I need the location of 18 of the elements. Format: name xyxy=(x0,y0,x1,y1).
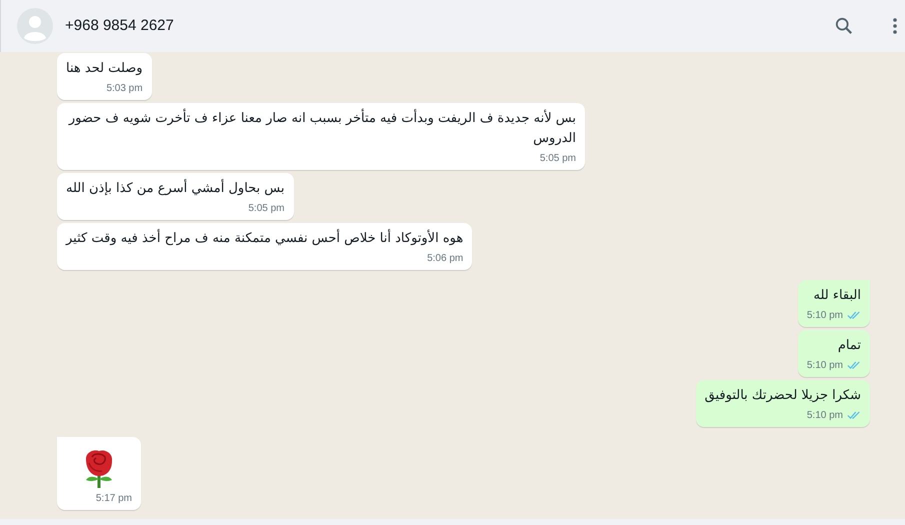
message-time: 5:05 pm xyxy=(248,202,284,216)
message-time: 5:10 pm xyxy=(806,409,843,423)
contact-name: +968 9854 2627 xyxy=(65,16,174,36)
message-text: وصلت لحد هنا xyxy=(66,60,143,78)
search-icon xyxy=(835,17,853,35)
message-time: 5:10 pm xyxy=(806,359,843,373)
menu-icon xyxy=(893,18,897,34)
message-text: البقاء لله xyxy=(812,287,861,305)
message-time: 5:03 pm xyxy=(106,82,143,96)
message-text: بس لأنه جديدة ف الريفت وبدأت فيه متأخر بسبب انه صار معنا عزاء ف تأخرت شويه ف حضور الدروس xyxy=(66,109,576,149)
message-text: بس بحاول أمشي أسرع من كذا بإذن الله xyxy=(66,179,284,198)
message-text: هوه الأوتوكاد أنا خلاص أحس نفسي متمكنة منه ف مراح أخذ فيه وقت كثير xyxy=(66,229,464,248)
message-text: شكرا جزيلا لحضرتك بالتوفيق xyxy=(704,387,861,405)
message-time: 5:05 pm xyxy=(540,152,576,166)
message-time: 5:06 pm xyxy=(427,252,464,266)
message-text: تمام xyxy=(836,337,861,355)
message-time: 5:10 pm xyxy=(806,309,843,323)
message-time: 5:17 pm xyxy=(96,492,132,506)
